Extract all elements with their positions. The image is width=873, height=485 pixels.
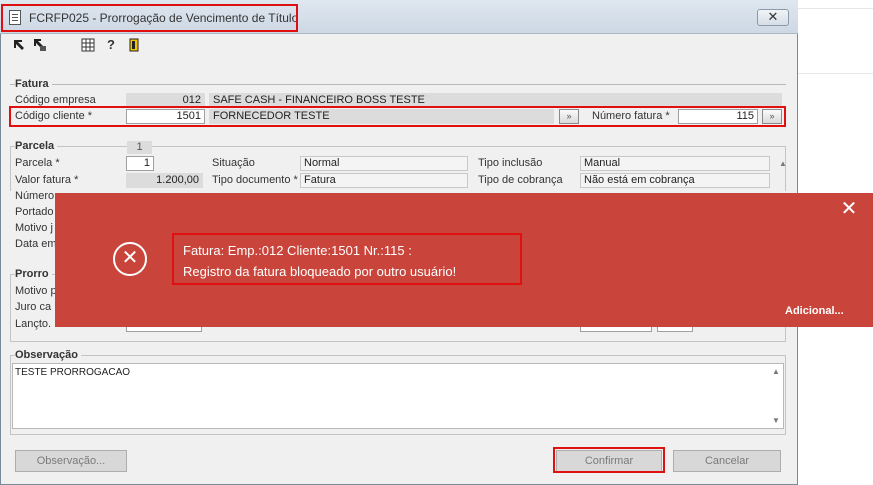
- data-emissao-label-partial: Data em: [15, 238, 57, 250]
- portador-label-partial: Portado: [15, 206, 54, 218]
- observacao-group-label: Observação: [15, 349, 81, 361]
- multi-arrow-icon[interactable]: [33, 38, 47, 52]
- juro-label-partial: Juro ca: [15, 301, 52, 313]
- help-icon[interactable]: ?: [104, 38, 118, 52]
- background-divider: [798, 8, 873, 9]
- motivo-label-partial: Motivo j: [15, 222, 53, 234]
- obs-scroll-down-icon[interactable]: ▼: [772, 416, 780, 425]
- background-divider: [798, 73, 873, 74]
- tipo-documento-label: Tipo documento *: [212, 174, 298, 186]
- cancelar-button[interactable]: Cancelar: [673, 450, 781, 472]
- obs-scroll-up-icon[interactable]: ▲: [772, 367, 780, 376]
- exit-door-icon[interactable]: [127, 38, 141, 52]
- situacao-field: Normal: [300, 156, 468, 171]
- parcela-label: Parcela *: [15, 157, 60, 169]
- tipo-inclusao-label: Tipo inclusão: [478, 157, 543, 169]
- numero-label-partial: Número: [15, 190, 55, 202]
- tipo-cobranca-field: Não está em cobrança: [580, 173, 770, 188]
- motivo-prorrogacao-label-partial: Motivo p: [15, 285, 57, 297]
- tipo-cobranca-label: Tipo de cobrança: [478, 174, 563, 186]
- fatura-group-label: Fatura: [15, 78, 52, 90]
- close-circle-icon: ✕: [113, 242, 147, 276]
- valor-fatura-label: Valor fatura *: [15, 174, 79, 186]
- observacao-text: TESTE PRORROGACAO: [15, 367, 131, 378]
- parcela-group-label: Parcela: [15, 140, 58, 152]
- parcela-tab-number[interactable]: 1: [127, 141, 152, 154]
- tipo-documento-field: Fatura: [300, 173, 468, 188]
- lancto-label-partial: Lançto.: [15, 318, 52, 330]
- codigo-empresa-label: Código empresa: [15, 94, 96, 106]
- fatura-group-line: [10, 84, 786, 85]
- highlight-cliente-row: [9, 106, 786, 127]
- arrow-icon[interactable]: [12, 38, 26, 52]
- scroll-up-icon[interactable]: ▲: [779, 159, 787, 168]
- dialog-message-line2: Registro da fatura bloqueado por outro u…: [183, 264, 457, 279]
- observacao-button[interactable]: Observação...: [15, 450, 127, 472]
- tipo-inclusao-field: Manual: [580, 156, 770, 171]
- valor-fatura-field: 1.200,00: [126, 173, 203, 188]
- dialog-close-icon[interactable]: ✕: [839, 199, 859, 219]
- situacao-label: Situação: [212, 157, 255, 169]
- highlight-title: [1, 4, 298, 32]
- dialog-message-line1: Fatura: Emp.:012 Cliente:1501 Nr.:115 :: [183, 243, 412, 258]
- grid-icon[interactable]: [81, 38, 95, 52]
- prorrogacao-group-label: Prorro: [15, 268, 52, 280]
- window-close-button[interactable]: ✕: [757, 9, 789, 26]
- dialog-additional-link[interactable]: Adicional...: [785, 305, 844, 317]
- highlight-confirmar: [553, 447, 665, 473]
- parcela-input[interactable]: 1: [126, 156, 154, 171]
